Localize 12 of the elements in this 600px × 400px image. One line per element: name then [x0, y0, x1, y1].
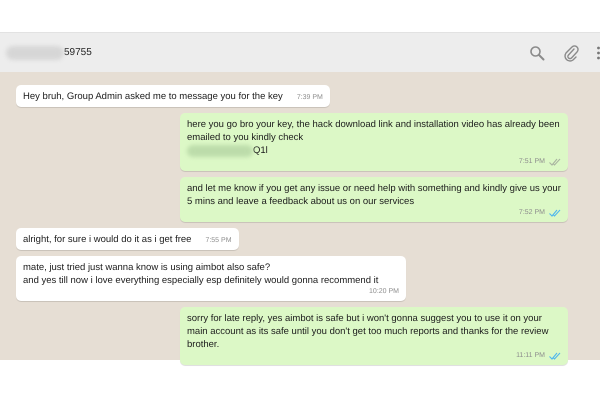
menu-icon[interactable] [597, 46, 600, 60]
redaction-blur [187, 144, 253, 156]
paperclip-icon[interactable] [563, 44, 579, 62]
message-text: Q1l [253, 144, 268, 157]
message-text: here you go bro your key, the hack download link and installation video has already been emailed to you kindly check [187, 119, 560, 143]
message-text: Hey bruh, Group Admin asked me to message you for the key [23, 91, 283, 102]
contact-name: 59755 [64, 47, 92, 58]
message-text: sorry for late reply, yes aimbot is safe but i won't gonna suggest you to use it on your main account as its safe until you don't get too much reports and thanks for the review brother. [187, 313, 548, 350]
message-text: mate, just tried just wanna know is using aimbot also safe? and yes till now i love everything especially esp definitely would gonna recommend it [23, 262, 378, 286]
message-text: and let me know if you get any issue or need help with something and kindly give us your 5 mins and leave a feedback about us on our services [187, 183, 561, 207]
message-text: alright, for sure i would do it as i get free [23, 234, 192, 245]
search-icon[interactable] [529, 44, 545, 60]
